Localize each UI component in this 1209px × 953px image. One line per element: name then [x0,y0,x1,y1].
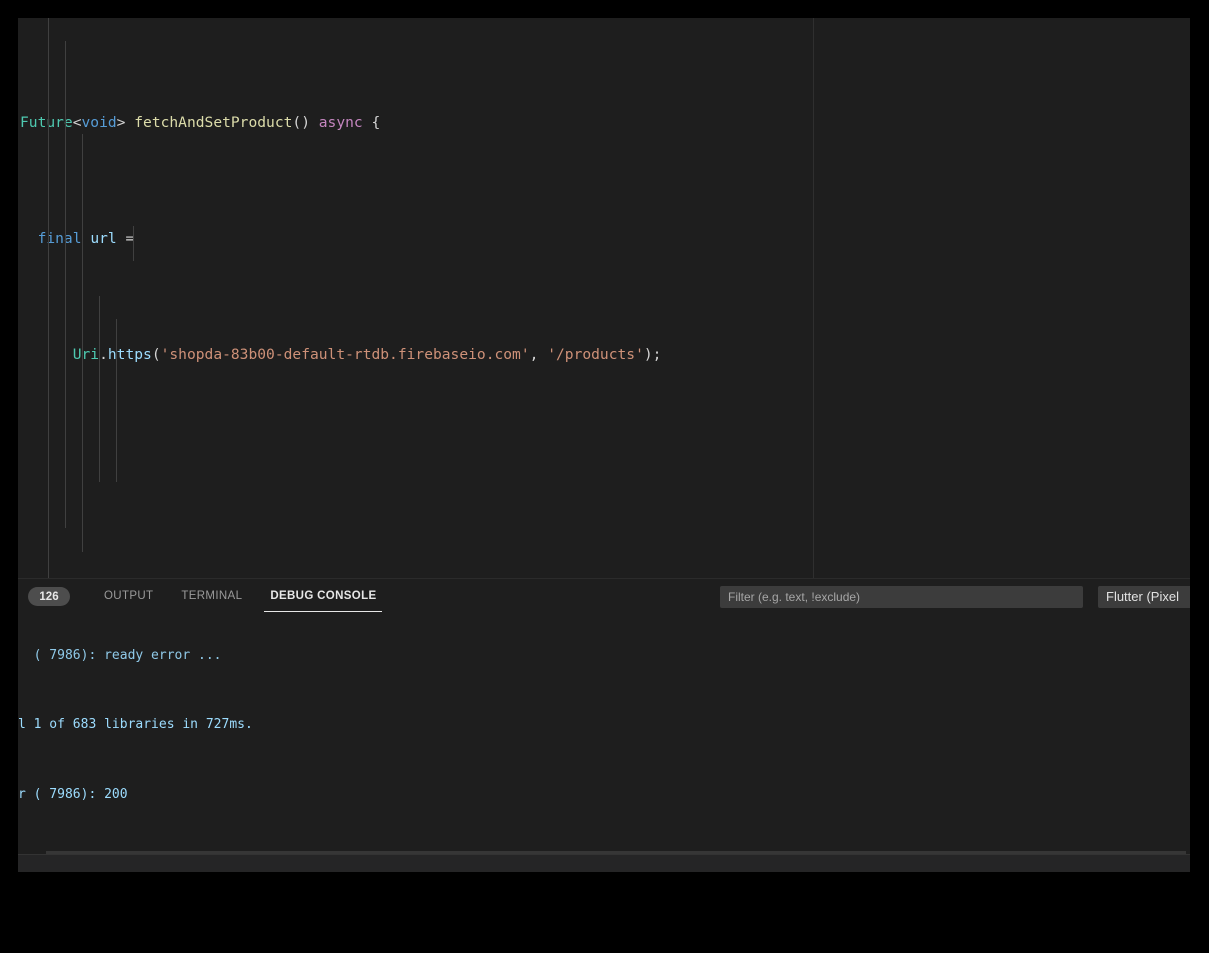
indent-guide [99,296,100,482]
panel-bottom-bar [18,854,1190,872]
code-line[interactable]: Future<void> fetchAndSetProduct() async … [18,111,1190,134]
code-line[interactable]: Uri.https('shopda-83b00-default-rtdb.fir… [18,343,1190,366]
code-line[interactable]: final url = [18,227,1190,250]
tab-debug-console[interactable]: DEBUG CONSOLE [256,579,390,614]
code-editor[interactable]: Future<void> fetchAndSetProduct() async … [18,18,1190,578]
debug-console-output[interactable]: ( 7986): ready error ... l 1 of 683 libr… [18,597,1190,872]
tab-output[interactable]: OUTPUT [90,579,167,614]
code-content[interactable]: Future<void> fetchAndSetProduct() async … [18,18,1190,578]
console-line: ( 7986): ready error ... [18,644,1190,667]
console-line: l 1 of 683 libraries in 727ms. [18,713,1190,736]
bottom-panel[interactable]: ( 7986): ready error ... l 1 of 683 libr… [18,578,1190,872]
indent-guide [65,41,66,528]
problems-count-badge[interactable]: 126 [28,587,70,606]
console-filter-input[interactable] [720,586,1083,608]
indent-guide [82,134,83,552]
debug-session-select[interactable]: Flutter (Pixel [1098,586,1190,608]
tab-terminal[interactable]: TERMINAL [167,579,256,614]
panel-tab-bar[interactable]: 126 OUTPUT TERMINAL DEBUG CONSOLE Flutte… [18,579,1190,614]
vscode-window: Future<void> fetchAndSetProduct() async … [18,18,1190,872]
indent-guide [48,18,49,578]
indent-guide [133,226,134,261]
console-line: r ( 7986): 200 [18,783,1190,806]
code-line-blank[interactable] [18,459,1190,482]
indent-guide [116,319,117,482]
